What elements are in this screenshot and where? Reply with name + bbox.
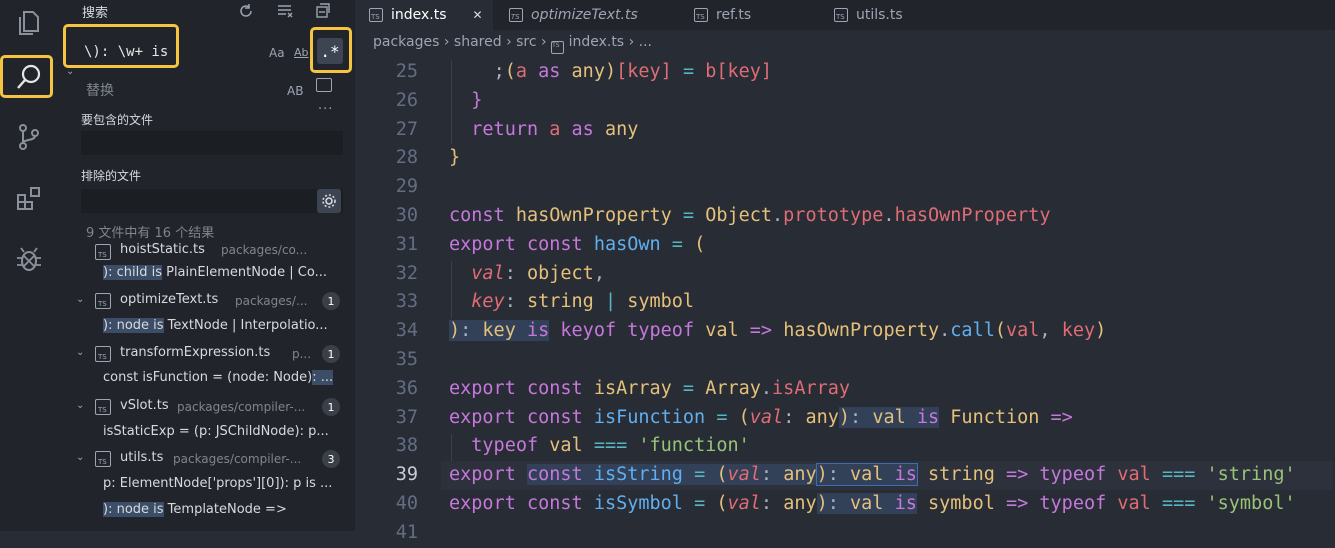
- result-match[interactable]: const isFunction = (node: Node): ...: [103, 370, 353, 392]
- result-match[interactable]: ): node is TemplateNode =>: [103, 502, 353, 524]
- chevron-down-icon: ⌄: [76, 347, 85, 358]
- typescript-file-icon: TS: [95, 346, 111, 362]
- debug-icon[interactable]: [6, 236, 52, 282]
- breadcrumb-item[interactable]: src: [516, 34, 536, 50]
- typescript-file-icon: TS: [509, 8, 523, 22]
- breadcrumb-item[interactable]: packages: [373, 34, 439, 50]
- result-file-optimizetext[interactable]: ⌄ TS optimizeText.ts packages/... 1: [60, 292, 350, 318]
- more-options-icon[interactable]: ···: [318, 102, 333, 117]
- typescript-file-icon: TS: [95, 244, 111, 260]
- result-summary: 9 文件中有 16 个结果: [86, 226, 215, 241]
- code-line: 31 export const hasOwn = (: [395, 233, 706, 255]
- typescript-file-icon: TS: [694, 8, 708, 22]
- chevron-down-icon: ⌄: [76, 400, 85, 411]
- code-line: 25 ;(a as any)[key] = b[key]: [395, 61, 773, 82]
- sidebar-title: 搜索: [82, 6, 109, 21]
- clear-results-icon[interactable]: [274, 0, 296, 22]
- breadcrumb: packages › shared › src › TS index.ts › …: [373, 34, 652, 54]
- typescript-file-icon: TS: [95, 451, 111, 467]
- code-editor[interactable]: 25 ;(a as any)[key] = b[key] 26 } 27 ret…: [355, 58, 1335, 543]
- code-line: 27 return a as any: [395, 118, 639, 140]
- tab-index-ts[interactable]: TS index.ts ✕: [355, 0, 493, 30]
- match-count-badge: 1: [322, 398, 340, 416]
- editor-tabs: TS index.ts ✕ TS optimizeText.ts TS ref.…: [355, 0, 1335, 30]
- include-files-input[interactable]: [81, 131, 343, 155]
- tab-optimizetext-ts[interactable]: TS optimizeText.ts: [495, 0, 675, 30]
- code-line: 26 }: [395, 89, 483, 111]
- preserve-case-toggle[interactable]: AB: [287, 84, 303, 98]
- typescript-file-icon: TS: [95, 399, 111, 415]
- code-line: 34): key is keyof typeof val => hasOwnPr…: [395, 320, 1107, 342]
- exclude-files-label: 排除的文件: [81, 169, 142, 183]
- replace-input[interactable]: 替换: [86, 80, 114, 100]
- result-file-hoiststatic[interactable]: TS hoistStatic.ts packages/co...: [60, 240, 350, 266]
- extensions-icon[interactable]: [6, 176, 52, 222]
- code-line: 29: [395, 176, 418, 198]
- include-files-label: 要包含的文件: [81, 113, 154, 127]
- typescript-file-icon: TS: [369, 8, 383, 22]
- result-match[interactable]: isStaticExp = (p: JSChildNode): p...: [103, 424, 353, 446]
- code-line: 35: [395, 349, 418, 370]
- breadcrumb-item[interactable]: ...: [639, 34, 652, 50]
- tab-ref-ts[interactable]: TS ref.ts: [680, 0, 820, 30]
- result-file-utils[interactable]: ⌄ TS utils.ts packages/compiler-... 3: [60, 450, 350, 476]
- close-icon[interactable]: ✕: [473, 8, 483, 22]
- chevron-down-icon: ⌄: [76, 452, 85, 463]
- chevron-down-icon: ⌄: [76, 294, 85, 305]
- code-line: 28}: [395, 147, 461, 169]
- code-line: 30 const hasOwnProperty = Object.prototyp…: [395, 205, 1051, 226]
- result-match[interactable]: p: ElementNode['props'][0]): p is ...: [103, 476, 353, 498]
- code-line: 38 typeof val === 'function': [395, 435, 750, 457]
- refresh-icon[interactable]: [235, 0, 257, 22]
- settings-gear-icon[interactable]: [317, 189, 341, 213]
- breadcrumb-item[interactable]: index.ts: [569, 34, 625, 50]
- typescript-file-icon: TS: [95, 293, 111, 309]
- match-count-badge: 1: [322, 292, 340, 310]
- code-line: 36 export const isArray = Array.isArray: [395, 377, 851, 399]
- match-case-toggle[interactable]: Aa: [269, 46, 285, 60]
- code-line: 41: [395, 521, 418, 543]
- search-icon-highlight: [0, 55, 53, 98]
- tab-utils-ts[interactable]: TS utils.ts: [820, 0, 967, 30]
- code-line: 33 key: string | symbol: [395, 291, 695, 313]
- code-line: 40 export const isSymbol = (val: any): va…: [395, 493, 1296, 514]
- collapse-all-icon[interactable]: [312, 0, 334, 22]
- typescript-file-icon: TS: [834, 8, 848, 22]
- breadcrumb-item[interactable]: shared: [454, 34, 502, 50]
- use-regex-toggle[interactable]: .*: [317, 38, 343, 64]
- result-file-transformexpression[interactable]: ⌄ TS transformExpression.ts p... 1: [60, 345, 350, 371]
- code-line: 32 val: object,: [395, 262, 605, 284]
- files-icon[interactable]: [6, 0, 52, 46]
- replace-all-icon[interactable]: [316, 78, 332, 92]
- match-whole-word-toggle[interactable]: Ab: [294, 46, 309, 59]
- match-count-badge: 3: [322, 450, 340, 468]
- result-match[interactable]: ): node is TextNode | Interpolatio...: [103, 318, 353, 340]
- source-control-icon[interactable]: [6, 114, 52, 160]
- result-match[interactable]: ): child is PlainElementNode | Co...: [103, 265, 353, 287]
- result-file-vslot[interactable]: ⌄ TS vSlot.ts packages/compiler-... 1: [60, 398, 350, 424]
- typescript-file-icon: TS: [551, 41, 565, 54]
- exclude-files-input[interactable]: [81, 189, 343, 213]
- code-line-current: 39 export const isString = (val: any): va…: [355, 461, 1335, 490]
- code-line: 37 export const isFunction = (val: any): …: [395, 406, 1073, 428]
- match-count-badge: 1: [322, 345, 340, 363]
- search-input[interactable]: \): \w+ is: [84, 44, 168, 60]
